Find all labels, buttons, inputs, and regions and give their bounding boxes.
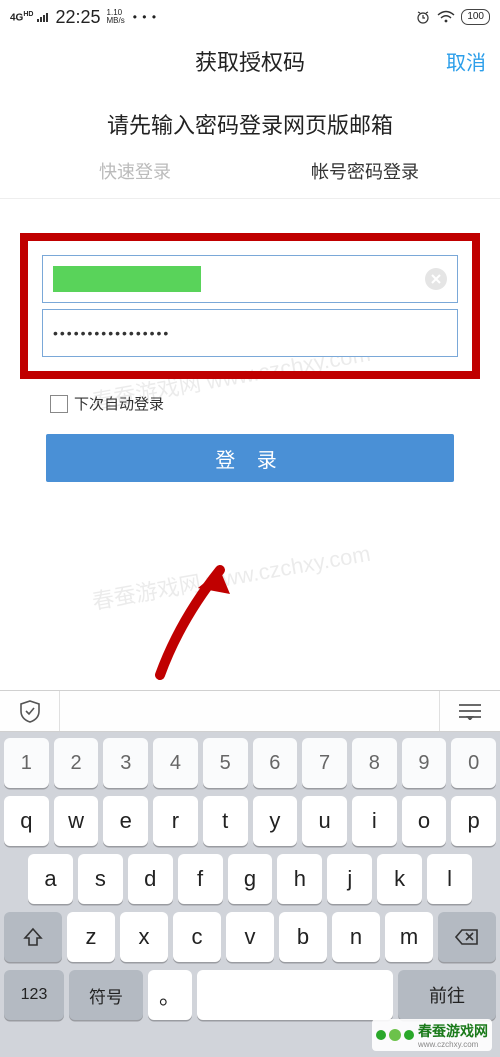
- key-o[interactable]: o: [402, 796, 447, 846]
- key-p[interactable]: p: [451, 796, 496, 846]
- brand-logo: 春蚕游戏网 www.czchxy.com: [372, 1019, 492, 1051]
- key-symbols[interactable]: 符号: [69, 970, 143, 1020]
- key-3[interactable]: 3: [103, 738, 148, 788]
- cancel-button[interactable]: 取消: [446, 47, 486, 76]
- key-t[interactable]: t: [203, 796, 248, 846]
- key-period[interactable]: 。: [148, 970, 192, 1020]
- shift-icon: [23, 927, 43, 947]
- login-tabs: 快速登录 帐号密码登录: [0, 158, 500, 199]
- alarm-icon: [415, 9, 431, 25]
- key-4[interactable]: 4: [153, 738, 198, 788]
- key-r[interactable]: r: [153, 796, 198, 846]
- key-space[interactable]: [197, 970, 393, 1020]
- auto-login-checkbox[interactable]: [50, 395, 68, 413]
- key-123[interactable]: 123: [4, 970, 64, 1020]
- tab-quick-login[interactable]: 快速登录: [20, 158, 250, 184]
- key-m[interactable]: m: [385, 912, 433, 962]
- more-dots-icon: • • •: [133, 10, 157, 24]
- key-9[interactable]: 9: [402, 738, 447, 788]
- key-backspace[interactable]: [438, 912, 496, 962]
- auto-login-row[interactable]: 下次自动登录: [50, 393, 500, 414]
- keyboard-row-3: z x c v b n m: [4, 912, 496, 962]
- key-s[interactable]: s: [78, 854, 123, 904]
- key-j[interactable]: j: [327, 854, 372, 904]
- key-w[interactable]: w: [54, 796, 99, 846]
- signal-bars-icon: [37, 12, 51, 22]
- keyboard-toolbar: [0, 690, 500, 732]
- password-field[interactable]: •••••••••••••••••: [42, 309, 458, 357]
- key-x[interactable]: x: [120, 912, 168, 962]
- battery-indicator: 100: [461, 9, 490, 25]
- password-value: •••••••••••••••••: [53, 325, 170, 341]
- login-form-highlight: •••••••••••••••••: [20, 233, 480, 379]
- key-c[interactable]: c: [173, 912, 221, 962]
- key-d[interactable]: d: [128, 854, 173, 904]
- brand-name: 春蚕游戏网: [418, 1023, 488, 1039]
- auto-login-label: 下次自动登录: [74, 393, 164, 414]
- status-bar: 4GHD 22:25 1.10MB/s • • • 100: [0, 0, 500, 34]
- toolbar-spacer: [60, 691, 440, 731]
- key-7[interactable]: 7: [302, 738, 347, 788]
- key-h[interactable]: h: [277, 854, 322, 904]
- annotation-arrow-icon: [140, 560, 250, 680]
- keyboard-row-2: a s d f g h j k l: [4, 854, 496, 904]
- key-f[interactable]: f: [178, 854, 223, 904]
- security-shield-icon[interactable]: [0, 691, 60, 731]
- key-5[interactable]: 5: [203, 738, 248, 788]
- key-i[interactable]: i: [352, 796, 397, 846]
- key-shift[interactable]: [4, 912, 62, 962]
- key-a[interactable]: a: [28, 854, 73, 904]
- key-go[interactable]: 前往: [398, 970, 496, 1020]
- key-u[interactable]: u: [302, 796, 347, 846]
- network-indicator: 4GHD: [10, 11, 33, 23]
- key-e[interactable]: e: [103, 796, 148, 846]
- key-6[interactable]: 6: [253, 738, 298, 788]
- keyboard-row-1: q w e r t y u i o p: [4, 796, 496, 846]
- key-q[interactable]: q: [4, 796, 49, 846]
- key-g[interactable]: g: [228, 854, 273, 904]
- clear-input-icon[interactable]: [425, 268, 447, 290]
- status-time: 22:25: [55, 7, 100, 28]
- brand-url: www.czchxy.com: [418, 1041, 488, 1049]
- key-z[interactable]: z: [67, 912, 115, 962]
- key-v[interactable]: v: [226, 912, 274, 962]
- keyboard: 1 2 3 4 5 6 7 8 9 0 q w e r t y u i o p …: [0, 732, 500, 1057]
- username-field[interactable]: [42, 255, 458, 303]
- key-k[interactable]: k: [377, 854, 422, 904]
- network-speed: 1.10MB/s: [107, 9, 125, 25]
- keyboard-settings-icon[interactable]: [440, 691, 500, 731]
- key-l[interactable]: l: [427, 854, 472, 904]
- page-subtitle: 请先输入密码登录网页版邮箱: [0, 88, 500, 158]
- tab-account-login[interactable]: 帐号密码登录: [250, 158, 480, 184]
- backspace-icon: [455, 928, 479, 946]
- username-redaction: [53, 266, 201, 292]
- nav-header: 获取授权码 取消: [0, 34, 500, 88]
- wifi-icon: [437, 10, 455, 24]
- login-button[interactable]: 登 录: [46, 434, 454, 482]
- key-1[interactable]: 1: [4, 738, 49, 788]
- page-title: 获取授权码: [195, 45, 305, 77]
- key-2[interactable]: 2: [54, 738, 99, 788]
- key-0[interactable]: 0: [451, 738, 496, 788]
- keyboard-row-4: 123 符号 。 前往: [4, 970, 496, 1020]
- key-8[interactable]: 8: [352, 738, 397, 788]
- key-b[interactable]: b: [279, 912, 327, 962]
- key-y[interactable]: y: [253, 796, 298, 846]
- key-n[interactable]: n: [332, 912, 380, 962]
- keyboard-number-row: 1 2 3 4 5 6 7 8 9 0: [4, 738, 496, 788]
